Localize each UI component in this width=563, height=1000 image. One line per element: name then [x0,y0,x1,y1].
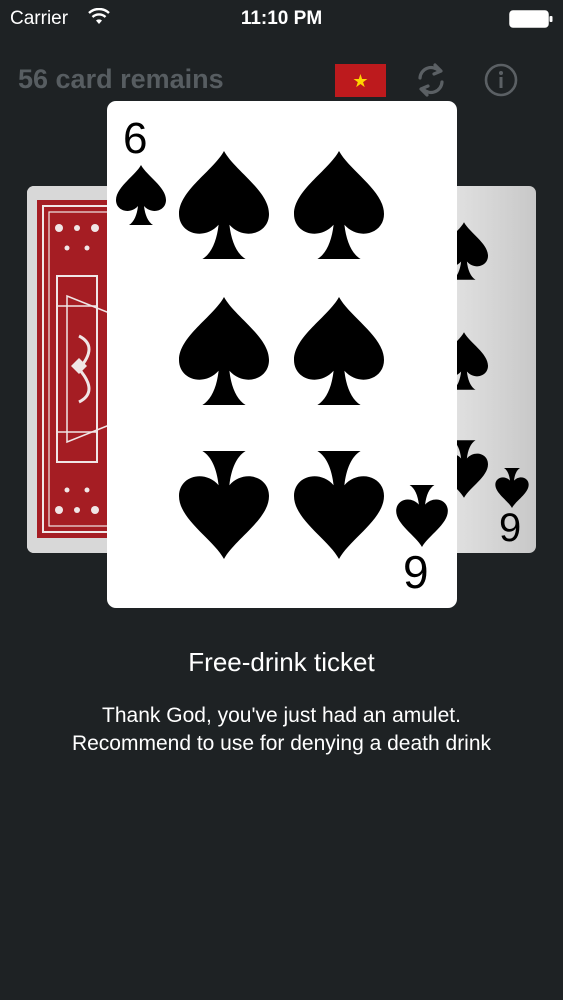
info-icon[interactable] [484,63,518,97]
cards-remaining-label: 56 card remains [18,64,224,94]
spade-corner-icon [396,485,448,547]
result-description-line-1: Thank God, you've just had an amulet. [102,704,461,727]
result-title: Free-drink ticket [188,647,375,677]
status-time: 11:10 PM [240,8,323,29]
card-rank-right: 9 [499,506,522,550]
spade-pip-icon [179,451,269,559]
spade-pip-icon [294,451,384,559]
status-bar: Carrier 11:10 PM [0,0,563,40]
app-screen: Carrier 11:10 PM 56 card remains ★ 9 6 9… [0,0,563,1000]
spade-corner-icon [495,468,529,508]
card-rank-top: 6 [123,114,148,163]
language-flag-button[interactable]: ★ [335,64,386,97]
spade-pip-icon [294,151,384,259]
spade-pip-icon [179,151,269,259]
flag-star-icon: ★ [352,70,369,91]
refresh-icon[interactable] [414,62,448,98]
card-front[interactable]: 6 9 [107,101,457,608]
result-description-line-2: Recommend to use for denying a death dri… [71,732,492,755]
spade-pip-icon [179,297,269,405]
spade-corner-icon [116,165,166,225]
card-rank-bottom: 9 [403,546,429,598]
spade-pip-icon [294,297,384,405]
battery-icon [509,10,553,28]
result-description: Thank God, you've just had an amulet. Re… [0,702,563,758]
